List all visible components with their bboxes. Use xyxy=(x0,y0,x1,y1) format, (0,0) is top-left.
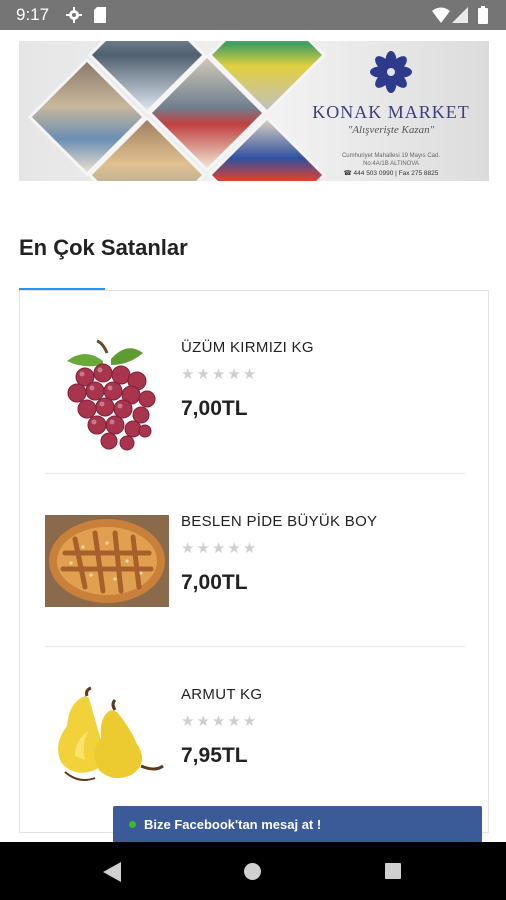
status-bar: 9:17 xyxy=(0,0,506,30)
section-title: En Çok Satanlar xyxy=(19,235,188,260)
bestsellers-card: ÜZÜM KIRMIZI KG ★★★★★ 7,00TL BESLEN PİDE… xyxy=(19,290,489,833)
flower-logo-icon xyxy=(301,51,481,98)
facebook-message-label: Bize Facebook'tan mesaj at ! xyxy=(144,817,322,832)
battery-icon xyxy=(478,6,488,29)
item-divider xyxy=(45,646,465,647)
rating-stars: ★★★★★ xyxy=(181,540,259,557)
address-line-1: Cumhuriyet Mahallesi 19 Mayıs Cad. xyxy=(341,153,441,159)
pear-image[interactable] xyxy=(45,686,169,810)
rating-stars: ★★★★★ xyxy=(181,366,259,383)
product-price: 7,00TL xyxy=(181,397,248,420)
rating-stars: ★★★★★ xyxy=(181,713,259,730)
home-icon[interactable] xyxy=(244,863,261,880)
address-line-2: No:4A/1B ALTINOVA xyxy=(363,161,419,167)
status-time: 9:17 xyxy=(16,5,50,24)
sd-card-icon xyxy=(94,7,106,28)
system-nav-bar xyxy=(0,842,506,900)
product-price: 7,00TL xyxy=(181,571,248,594)
signal-icon xyxy=(452,7,468,28)
brand-name: KONAK MARKET xyxy=(312,102,470,122)
product-price: 7,95TL xyxy=(181,744,248,767)
facebook-message-button[interactable]: Bize Facebook'tan mesaj at ! xyxy=(113,806,482,842)
back-icon[interactable] xyxy=(103,862,121,887)
pide-bread-image[interactable] xyxy=(45,513,169,637)
product-name[interactable]: BESLEN PİDE BÜYÜK BOY xyxy=(181,513,377,530)
online-status-dot xyxy=(129,821,136,828)
wifi-icon xyxy=(432,7,450,28)
store-phones: ☎ 444 503 0990 | Fax 275 8825 xyxy=(343,170,439,177)
product-item[interactable]: BESLEN PİDE BÜYÜK BOY ★★★★★ 7,00TL xyxy=(45,513,465,686)
item-divider xyxy=(45,473,465,474)
product-name[interactable]: ÜZÜM KIRMIZI KG xyxy=(181,339,314,356)
grapes-image[interactable] xyxy=(45,339,169,463)
store-address: Cumhuriyet Mahallesi 19 Mayıs Cad. No:4A… xyxy=(301,152,481,168)
recents-icon[interactable] xyxy=(385,863,401,879)
gear-icon xyxy=(66,7,82,28)
product-item[interactable]: ÜZÜM KIRMIZI KG ★★★★★ 7,00TL xyxy=(45,339,465,512)
brand-logo-block: KONAK MARKET "Alışverişte Kazan" Cumhuri… xyxy=(301,51,481,177)
brand-slogan: "Alışverişte Kazan" xyxy=(347,124,435,136)
product-name[interactable]: ARMUT KG xyxy=(181,686,262,703)
store-banner[interactable]: KONAK MARKET "Alışverişte Kazan" Cumhuri… xyxy=(19,41,489,181)
